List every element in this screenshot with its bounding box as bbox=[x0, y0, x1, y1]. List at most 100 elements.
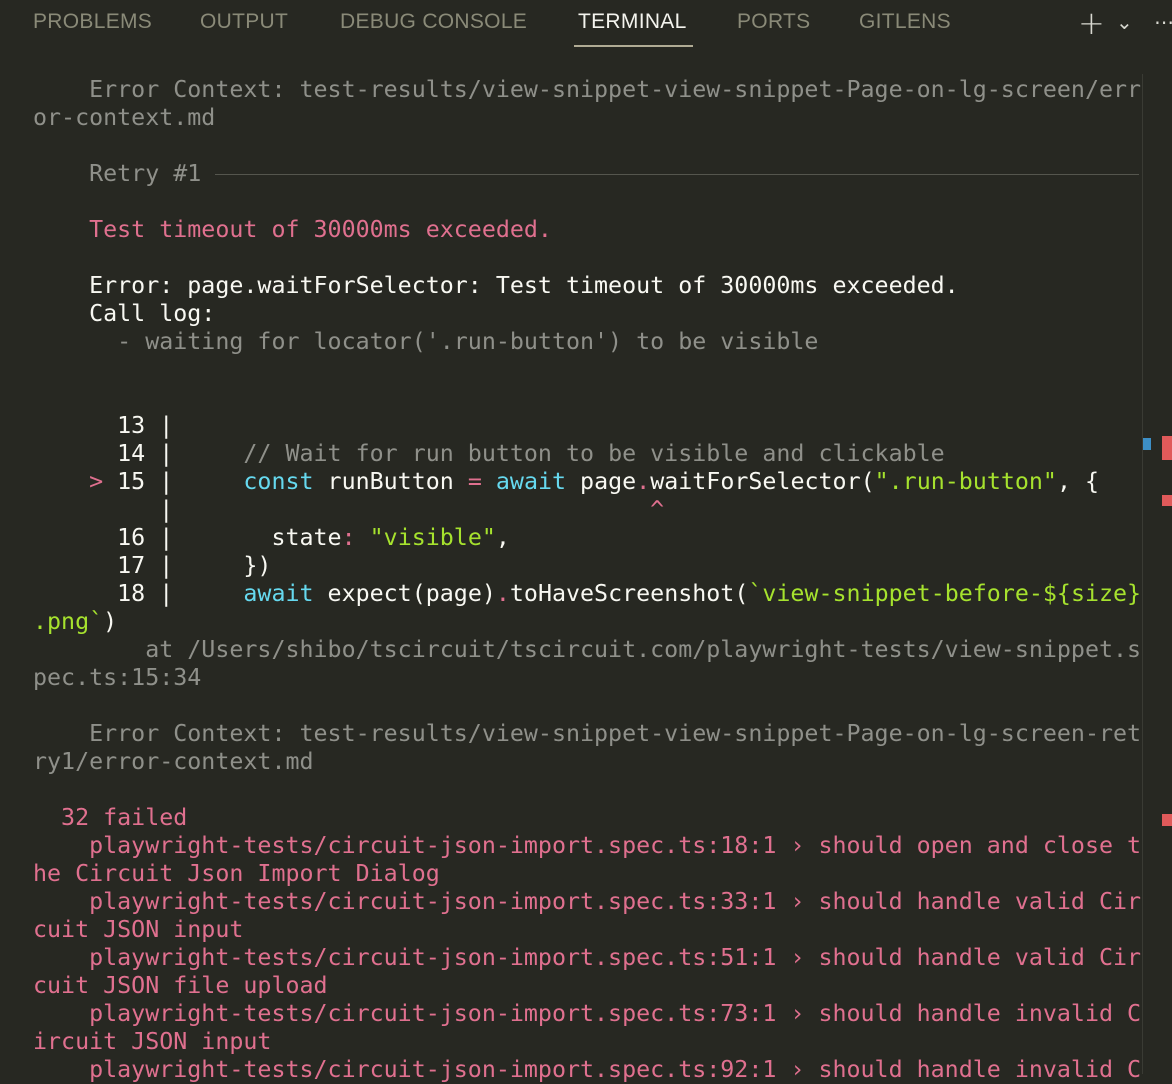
terminal-line: pec.ts:15:34 bbox=[33, 664, 1143, 692]
terminal-line: Test timeout of 30000ms exceeded. bbox=[33, 216, 1143, 244]
terminal-line: he Circuit Json Import Dialog bbox=[33, 860, 1143, 888]
terminal-text: Error Context: test-results/view-snippet… bbox=[33, 76, 1142, 103]
terminal-line: or-context.md bbox=[33, 104, 1143, 132]
terminal-text: await bbox=[495, 468, 567, 495]
terminal-text: // Wait for run button to be visible and… bbox=[243, 440, 945, 467]
scrollbar-track[interactable] bbox=[1142, 74, 1143, 1074]
terminal-text: > bbox=[33, 468, 118, 495]
terminal-line: | ^ bbox=[33, 496, 1143, 524]
scrollbar-marker-error bbox=[1162, 814, 1172, 826]
terminal-text: "visible" bbox=[369, 524, 496, 551]
tab-gitlens[interactable]: GITLENS bbox=[859, 10, 951, 34]
terminal-line: - waiting for locator('.run-button') to … bbox=[33, 328, 1143, 356]
terminal-text: Retry #1 bbox=[33, 160, 202, 187]
terminal-text: `view-snippet-before-${size} bbox=[748, 580, 1142, 607]
terminal-text: playwright-tests/circuit-json-import.spe… bbox=[33, 944, 1142, 971]
terminal-text: playwright-tests/circuit-json-import.spe… bbox=[33, 832, 1142, 859]
terminal-text: playwright-tests/circuit-json-import.spe… bbox=[33, 1056, 1142, 1083]
tab-problems[interactable]: PROBLEMS bbox=[33, 10, 152, 34]
terminal-text: waitForSelector( bbox=[650, 468, 875, 495]
terminal-line: at /Users/shibo/tscircuit/tscircuit.com/… bbox=[33, 636, 1143, 664]
terminal-text: 15 | bbox=[117, 468, 244, 495]
terminal-line: .png`) bbox=[33, 608, 1143, 636]
terminal-line: > 15 | const runButton = await page.wait… bbox=[33, 468, 1143, 496]
terminal-text: pec.ts:15:34 bbox=[33, 664, 202, 691]
terminal-text: ".run-button" bbox=[874, 468, 1057, 495]
terminal-text: cuit JSON file upload bbox=[33, 972, 328, 999]
ellipsis-icon[interactable]: ⋯ bbox=[1154, 10, 1172, 34]
terminal-text: 32 failed bbox=[33, 804, 188, 831]
terminal-text: - waiting for locator('.run-button') to … bbox=[33, 328, 819, 355]
terminal-line: cuit JSON file upload bbox=[33, 972, 1143, 1000]
terminal-line: Error Context: test-results/view-snippet… bbox=[33, 76, 1143, 104]
terminal-line: ry1/error-context.md bbox=[33, 748, 1143, 776]
terminal-text: , bbox=[495, 524, 510, 551]
terminal-text: = bbox=[467, 468, 482, 495]
terminal-line: 17 | }) bbox=[33, 552, 1143, 580]
terminal-text: cuit JSON input bbox=[33, 916, 244, 943]
terminal-text: , { bbox=[1056, 468, 1100, 495]
terminal-text: 16 | state bbox=[33, 524, 342, 551]
terminal-line: 13 | bbox=[33, 412, 1143, 440]
terminal-text: .png` bbox=[33, 608, 104, 635]
panel-tab-bar: PROBLEMS OUTPUT DEBUG CONSOLE TERMINAL P… bbox=[0, 0, 1172, 56]
terminal-text: ^ bbox=[173, 496, 665, 523]
terminal-line: Retry #1 bbox=[33, 160, 1143, 188]
scrollbar-marker-selection bbox=[1143, 438, 1151, 450]
scrollbar-marker-error bbox=[1162, 495, 1172, 506]
terminal-text: 17 | }) bbox=[33, 552, 272, 579]
tab-output[interactable]: OUTPUT bbox=[200, 10, 288, 34]
terminal-text: | bbox=[33, 496, 174, 523]
terminal-line: ircuit JSON input bbox=[33, 1028, 1143, 1056]
terminal-text: toHaveScreenshot( bbox=[509, 580, 749, 607]
terminal-text: : bbox=[341, 524, 356, 551]
terminal-text: 14 | bbox=[33, 440, 244, 467]
terminal-output[interactable]: Error Context: test-results/view-snippet… bbox=[33, 76, 1143, 1084]
terminal-text: . bbox=[636, 468, 651, 495]
tab-debug-console[interactable]: DEBUG CONSOLE bbox=[340, 10, 527, 34]
terminal-text: ry1/error-context.md bbox=[33, 748, 314, 775]
terminal-text: he Circuit Json Import Dialog bbox=[33, 860, 440, 887]
tab-terminal[interactable]: TERMINAL bbox=[574, 10, 693, 47]
terminal-line: 18 | await expect(page).toHaveScreenshot… bbox=[33, 580, 1143, 608]
terminal-line: cuit JSON input bbox=[33, 916, 1143, 944]
terminal-line: 32 failed bbox=[33, 804, 1143, 832]
terminal-text: at /Users/shibo/tscircuit/tscircuit.com/… bbox=[33, 636, 1142, 663]
terminal-text: expect(page) bbox=[313, 580, 496, 607]
terminal-text: await bbox=[243, 580, 314, 607]
terminal-text: ) bbox=[103, 608, 118, 635]
terminal-text: Call log: bbox=[33, 300, 216, 327]
terminal-line: playwright-tests/circuit-json-import.spe… bbox=[33, 1000, 1143, 1028]
tab-ports[interactable]: PORTS bbox=[737, 10, 810, 34]
terminal-line: 14 | // Wait for run button to be visibl… bbox=[33, 440, 1143, 468]
terminal-text: runButton bbox=[313, 468, 468, 495]
terminal-text: or-context.md bbox=[33, 104, 216, 131]
terminal-text: Error: page.waitForSelector: Test timeou… bbox=[33, 272, 959, 299]
terminal-text: ircuit JSON input bbox=[33, 1028, 272, 1055]
terminal-line: Error: page.waitForSelector: Test timeou… bbox=[33, 272, 1143, 300]
terminal-line: playwright-tests/circuit-json-import.spe… bbox=[33, 832, 1143, 860]
terminal-text: 13 | bbox=[33, 412, 174, 439]
terminal-line: playwright-tests/circuit-json-import.spe… bbox=[33, 944, 1143, 972]
terminal-text: . bbox=[495, 580, 510, 607]
chevron-down-icon[interactable]: ⌄ bbox=[1116, 10, 1133, 34]
retry-divider bbox=[215, 174, 1140, 175]
plus-icon[interactable]: + bbox=[1078, 4, 1105, 42]
terminal-text: Test timeout of 30000ms exceeded. bbox=[33, 216, 552, 243]
terminal-text: playwright-tests/circuit-json-import.spe… bbox=[33, 888, 1142, 915]
scrollbar-marker-error bbox=[1162, 436, 1172, 460]
terminal-line: Call log: bbox=[33, 300, 1143, 328]
terminal-line: playwright-tests/circuit-json-import.spe… bbox=[33, 1056, 1143, 1084]
terminal-text: const bbox=[243, 468, 314, 495]
terminal-text: playwright-tests/circuit-json-import.spe… bbox=[33, 1000, 1142, 1027]
terminal-text: Error Context: test-results/view-snippet… bbox=[33, 720, 1142, 747]
